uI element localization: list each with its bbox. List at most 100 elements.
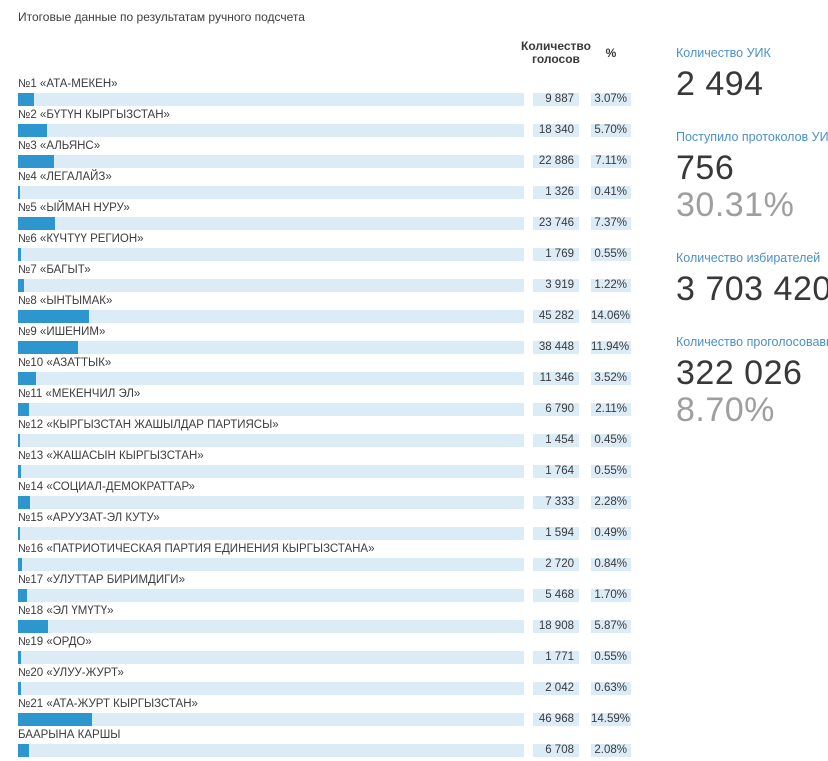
voted-count-label[interactable]: Количество проголосовавших [676,335,828,350]
vote-bar-fill [18,496,30,509]
party-bar-row: 1 764 0.55% [18,465,631,478]
vote-bar-fill [18,589,27,602]
vote-bar-track [18,434,524,447]
party-row: №14 «СОЦИАЛ-ДЕМОКРАТТАР» 7 333 2.28% [18,481,631,509]
uik-count-label[interactable]: Количество УИК [676,46,828,61]
votes-column-header: Количество голосов [518,40,594,66]
content: Количество голосов % №1 «АТА-МЕКЕН» 9 88… [18,40,828,760]
percent-value: 2.11% [591,403,631,416]
vote-bar-fill [18,651,21,664]
party-bar-row: 1 594 0.49% [18,527,631,540]
vote-bar-track [18,496,524,509]
vote-bar-track [18,124,524,137]
party-bar-row: 9 887 3.07% [18,93,631,106]
percent-value: 14.06% [591,310,631,323]
vote-bar-fill [18,279,24,292]
votes-value: 1 769 [533,248,579,261]
vote-bar-fill [18,310,89,323]
votes-value: 7 333 [533,496,579,509]
party-name: №6 «КҮЧТҮҮ РЕГИОН» [18,233,631,246]
percent-value: 0.55% [591,248,631,261]
party-name: №14 «СОЦИАЛ-ДЕМОКРАТТАР» [18,481,631,494]
votes-value: 18 908 [533,620,579,633]
party-rows: №1 «АТА-МЕКЕН» 9 887 3.07% №2 «БҮТҮН КЫР… [18,78,631,757]
party-bar-row: 18 908 5.87% [18,620,631,633]
votes-value: 45 282 [533,310,579,323]
party-bar-row: 6 708 2.08% [18,744,631,757]
votes-value: 46 968 [533,713,579,726]
party-row: №20 «УЛУУ-ЖУРТ» 2 042 0.63% [18,667,631,695]
percent-value: 0.49% [591,527,631,540]
party-bar-row: 7 333 2.28% [18,496,631,509]
vote-bar-track [18,558,524,571]
percent-value: 0.45% [591,434,631,447]
percent-value: 3.07% [591,93,631,106]
party-bar-row: 1 454 0.45% [18,434,631,447]
vote-bar-track [18,93,524,106]
votes-value: 9 887 [533,93,579,106]
party-name: №11 «МЕКЕНЧИЛ ЭЛ» [18,388,631,401]
percent-value: 1.70% [591,589,631,602]
party-row: №3 «АЛЬЯНС» 22 886 7.11% [18,140,631,168]
vote-bar-fill [18,341,78,354]
vote-bar-fill [18,527,20,540]
party-bar-row: 2 042 0.63% [18,682,631,695]
vote-bar-fill [18,465,21,478]
party-row: №9 «ИШЕНИМ» 38 448 11.94% [18,326,631,354]
percent-value: 0.41% [591,186,631,199]
percent-value: 11.94% [591,341,631,354]
party-name: №8 «ЫНТЫМАК» [18,295,631,308]
vote-bar-track [18,248,524,261]
party-name: №13 «ЖАШАСЫН КЫРГЫЗСТАН» [18,450,631,463]
party-row: БААРЫНА КАРШЫ 6 708 2.08% [18,729,631,757]
summary-section-voters: Количество избирателей 3 703 420 [676,251,828,308]
vote-bar-fill [18,372,36,385]
percent-value: 3.52% [591,372,631,385]
votes-value: 38 448 [533,341,579,354]
party-bar-row: 23 746 7.37% [18,217,631,230]
percent-value: 0.63% [591,682,631,695]
party-name: №9 «ИШЕНИМ» [18,326,631,339]
party-name: №21 «АТА-ЖУРТ КЫРГЫЗСТАН» [18,698,631,711]
vote-bar-fill [18,124,47,137]
votes-value: 18 340 [533,124,579,137]
vote-bar-track [18,341,524,354]
percent-value: 1.22% [591,279,631,292]
party-row: №13 «ЖАШАСЫН КЫРГЫЗСТАН» 1 764 0.55% [18,450,631,478]
vote-bar-track [18,186,524,199]
vote-bar-track [18,155,524,168]
protocols-received-label[interactable]: Поступило протоколов УИК [676,130,828,145]
vote-bar-track [18,465,524,478]
vote-bar-fill [18,248,21,261]
party-bar-row: 18 340 5.70% [18,124,631,137]
party-name: БААРЫНА КАРШЫ [18,729,631,742]
voted-count-value: 322 026 [676,355,828,392]
percent-value: 0.84% [591,558,631,571]
votes-value: 3 919 [533,279,579,292]
votes-value: 22 886 [533,155,579,168]
party-bar-row: 38 448 11.94% [18,341,631,354]
vote-bar-track [18,527,524,540]
percent-value: 14.59% [591,713,631,726]
party-bar-row: 1 771 0.55% [18,651,631,664]
summary-section-voted: Количество проголосовавших 322 026 8.70% [676,335,828,429]
percent-value: 0.55% [591,465,631,478]
party-bar-row: 11 346 3.52% [18,372,631,385]
votes-value: 1 454 [533,434,579,447]
vote-bar-track [18,403,524,416]
voters-count-label[interactable]: Количество избирателей [676,251,828,266]
party-name: №19 «ОРДО» [18,636,631,649]
party-row: №17 «УЛУТТАР БИРИМДИГИ» 5 468 1.70% [18,574,631,602]
votes-value: 6 708 [533,744,579,757]
party-row: №11 «МЕКЕНЧИЛ ЭЛ» 6 790 2.11% [18,388,631,416]
party-name: №3 «АЛЬЯНС» [18,140,631,153]
percent-value: 7.11% [591,155,631,168]
summary-section-protocols: Поступило протоколов УИК 756 30.31% [676,130,828,224]
party-row: №10 «АЗАТТЫК» 11 346 3.52% [18,357,631,385]
party-name: №7 «БАГЫТ» [18,264,631,277]
party-row: №5 «ЫЙМАН НУРУ» 23 746 7.37% [18,202,631,230]
vote-bar-fill [18,682,21,695]
vote-bar-fill [18,403,29,416]
party-name: №15 «АРУУЗАТ-ЭЛ КУТУ» [18,512,631,525]
votes-value: 2 042 [533,682,579,695]
